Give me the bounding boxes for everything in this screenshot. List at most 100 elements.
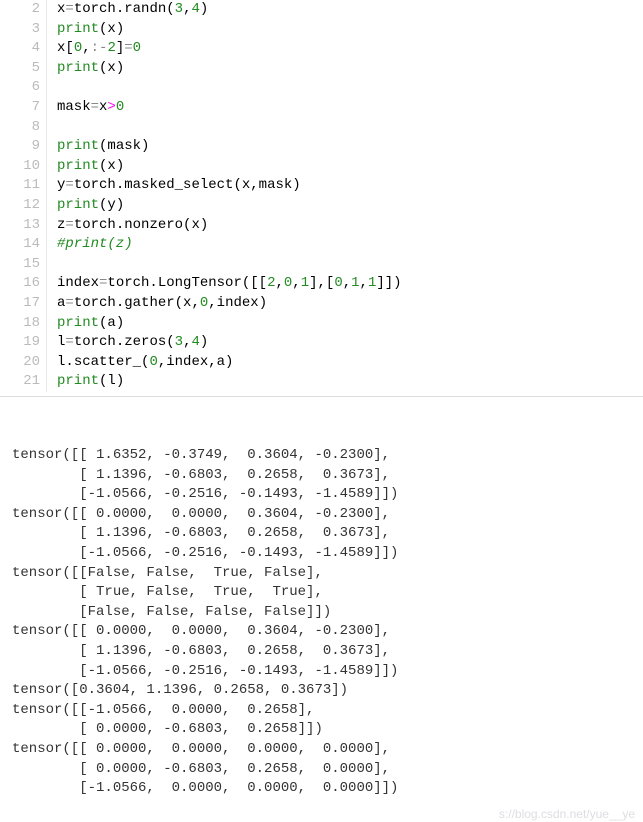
code-token: = bbox=[65, 334, 73, 350]
line-number: 12 bbox=[0, 196, 40, 216]
code-token: 2 bbox=[107, 40, 115, 56]
code-token: x[ bbox=[57, 40, 74, 56]
code-token: 0 bbox=[133, 40, 141, 56]
code-token: zeros bbox=[124, 334, 166, 350]
code-line: print(x) bbox=[57, 157, 643, 177]
code-editor: 23456789101112131415161718192021 x=torch… bbox=[0, 0, 643, 397]
code-line: a=torch.gather(x,0,index) bbox=[57, 294, 643, 314]
code-token: gather bbox=[124, 295, 174, 311]
code-token: :- bbox=[91, 40, 108, 56]
line-number: 9 bbox=[0, 137, 40, 157]
code-token: 0 bbox=[334, 275, 342, 291]
output-line: [-1.0566, -0.2516, -0.1493, -1.4589]]) bbox=[12, 544, 639, 564]
code-token: 1 bbox=[301, 275, 309, 291]
line-number: 5 bbox=[0, 59, 40, 79]
line-number: 4 bbox=[0, 39, 40, 59]
output-line: tensor([[ 0.0000, 0.0000, 0.3604, -0.230… bbox=[12, 505, 639, 525]
output-line: [ 1.1396, -0.6803, 0.2658, 0.3673], bbox=[12, 642, 639, 662]
output-line: tensor([[False, False, True, False], bbox=[12, 564, 639, 584]
output-line: [-1.0566, -0.2516, -0.1493, -1.4589]]) bbox=[12, 485, 639, 505]
code-line: print(l) bbox=[57, 372, 643, 392]
output-line: tensor([[ 1.6352, -0.3749, 0.3604, -0.23… bbox=[12, 446, 639, 466]
code-token: (x) bbox=[99, 21, 124, 37]
code-token: ( bbox=[166, 1, 174, 17]
code-token: (mask) bbox=[99, 138, 149, 154]
code-token: print bbox=[57, 158, 99, 174]
code-token: 3 bbox=[175, 334, 183, 350]
code-token: = bbox=[65, 217, 73, 233]
line-number-gutter: 23456789101112131415161718192021 bbox=[0, 0, 47, 392]
code-token: = bbox=[65, 177, 73, 193]
code-token: (y) bbox=[99, 197, 124, 213]
output-line: [ 0.0000, -0.6803, 0.2658]]) bbox=[12, 720, 639, 740]
code-line: l=torch.zeros(3,4) bbox=[57, 333, 643, 353]
code-token: print bbox=[57, 197, 99, 213]
code-token: , bbox=[82, 40, 90, 56]
code-token: ,index) bbox=[208, 295, 267, 311]
line-number: 2 bbox=[0, 0, 40, 20]
code-token: , bbox=[292, 275, 300, 291]
output-line: [ 0.0000, -0.6803, 0.2658, 0.0000], bbox=[12, 760, 639, 780]
code-token: = bbox=[65, 1, 73, 17]
code-token: torch. bbox=[74, 217, 124, 233]
code-line: index=torch.LongTensor([[2,0,1],[0,1,1]]… bbox=[57, 274, 643, 294]
code-token: scatter_ bbox=[74, 354, 141, 370]
output-line: tensor([[ 0.0000, 0.0000, 0.0000, 0.0000… bbox=[12, 740, 639, 760]
code-line bbox=[57, 255, 643, 275]
code-token: mask bbox=[57, 99, 91, 115]
code-line: l.scatter_(0,index,a) bbox=[57, 353, 643, 373]
code-token: (l) bbox=[99, 373, 124, 389]
code-token: 4 bbox=[191, 1, 199, 17]
code-token: 4 bbox=[191, 334, 199, 350]
code-line bbox=[57, 78, 643, 98]
code-token: , bbox=[343, 275, 351, 291]
code-token: (x, bbox=[233, 177, 258, 193]
output-line: [-1.0566, 0.0000, 0.0000, 0.0000]]) bbox=[12, 779, 639, 799]
code-line: y=torch.masked_select(x,mask) bbox=[57, 176, 643, 196]
code-token: (x) bbox=[99, 60, 124, 76]
code-line: print(a) bbox=[57, 314, 643, 334]
code-token: randn bbox=[124, 1, 166, 17]
code-token: print bbox=[57, 60, 99, 76]
code-token: nonzero bbox=[124, 217, 183, 233]
code-token: torch. bbox=[107, 275, 157, 291]
line-number: 14 bbox=[0, 235, 40, 255]
code-token: LongTensor bbox=[158, 275, 242, 291]
output-line: [ 1.1396, -0.6803, 0.2658, 0.3673], bbox=[12, 524, 639, 544]
code-lines: x=torch.randn(3,4)print(x)x[0,:-2]=0prin… bbox=[47, 0, 643, 392]
code-line bbox=[57, 118, 643, 138]
code-token: torch. bbox=[74, 177, 124, 193]
code-line: #print(z) bbox=[57, 235, 643, 255]
code-token: , bbox=[275, 275, 283, 291]
code-token: = bbox=[65, 295, 73, 311]
output-console: tensor([[ 1.6352, -0.3749, 0.3604, -0.23… bbox=[0, 397, 643, 822]
code-line: x[0,:-2]=0 bbox=[57, 39, 643, 59]
code-token: torch. bbox=[74, 334, 124, 350]
code-token: ],[ bbox=[309, 275, 334, 291]
code-token: #print(z) bbox=[57, 236, 133, 252]
code-token: 1 bbox=[351, 275, 359, 291]
code-line: print(mask) bbox=[57, 137, 643, 157]
code-token: masked_select bbox=[124, 177, 233, 193]
line-number: 13 bbox=[0, 216, 40, 236]
line-number: 10 bbox=[0, 157, 40, 177]
code-token: , bbox=[360, 275, 368, 291]
code-line: x=torch.randn(3,4) bbox=[57, 0, 643, 20]
code-line: z=torch.nonzero(x) bbox=[57, 216, 643, 236]
code-token: l. bbox=[57, 354, 74, 370]
output-line: tensor([[ 0.0000, 0.0000, 0.3604, -0.230… bbox=[12, 622, 639, 642]
line-number: 3 bbox=[0, 20, 40, 40]
code-line: print(y) bbox=[57, 196, 643, 216]
code-line: print(x) bbox=[57, 20, 643, 40]
code-token: ([[ bbox=[242, 275, 267, 291]
code-token: print bbox=[57, 138, 99, 154]
code-token: (x, bbox=[175, 295, 200, 311]
output-line: tensor([0.3604, 1.1396, 0.2658, 0.3673]) bbox=[12, 681, 639, 701]
line-number: 8 bbox=[0, 118, 40, 138]
code-token: ,index,a) bbox=[158, 354, 234, 370]
code-token: 3 bbox=[175, 1, 183, 17]
output-line: [ 1.1396, -0.6803, 0.2658, 0.3673], bbox=[12, 466, 639, 486]
code-token: print bbox=[57, 21, 99, 37]
code-token: ]]) bbox=[376, 275, 401, 291]
line-number: 18 bbox=[0, 314, 40, 334]
